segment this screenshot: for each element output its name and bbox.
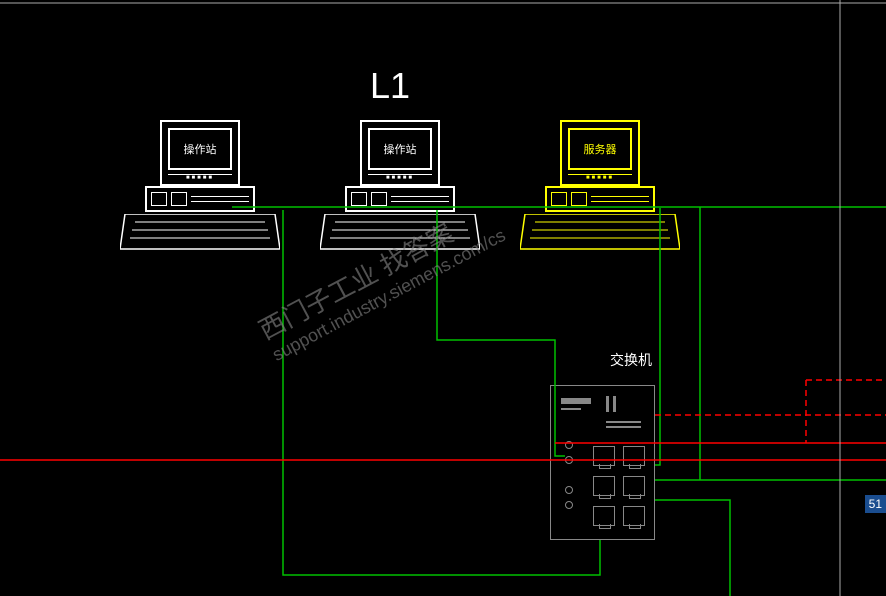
computer-base-icon <box>145 186 255 212</box>
keyboard-icon <box>520 214 680 254</box>
switch-led-icon <box>565 501 573 509</box>
monitor-icon: 操作站 ■■■■■ <box>160 120 240 186</box>
network-switch <box>550 385 655 540</box>
switch-port-icon <box>623 476 645 496</box>
workstation-1: 操作站 ■■■■■ <box>120 120 280 254</box>
diagram-title: L1 <box>370 65 410 107</box>
switch-led-icon <box>565 441 573 449</box>
keyboard-icon <box>120 214 280 254</box>
monitor-icon: 服务器 ■■■■■ <box>560 120 640 186</box>
screen-label: 服务器 <box>568 128 632 170</box>
workstation-2: 操作站 ■■■■■ <box>320 120 480 254</box>
monitor-controls-icon: ■■■■■ <box>568 174 632 182</box>
keyboard-icon <box>320 214 480 254</box>
switch-port-icon <box>593 506 615 526</box>
server-workstation: 服务器 ■■■■■ <box>520 120 680 254</box>
monitor-controls-icon: ■■■■■ <box>368 174 432 182</box>
screen-label: 操作站 <box>168 128 232 170</box>
computer-base-icon <box>345 186 455 212</box>
monitor-icon: 操作站 ■■■■■ <box>360 120 440 186</box>
screen-label: 操作站 <box>368 128 432 170</box>
computer-base-icon <box>545 186 655 212</box>
monitor-controls-icon: ■■■■■ <box>168 174 232 182</box>
switch-label: 交换机 <box>610 350 652 370</box>
switch-port-icon <box>593 476 615 496</box>
switch-port-icon <box>623 446 645 466</box>
switch-port-icon <box>593 446 615 466</box>
switch-led-icon <box>565 456 573 464</box>
cad-canvas: L1 操作站 ■■■■■ 操作站 ■■■■■ 服务器 ■■■■■ <box>0 0 886 596</box>
switch-port-icon <box>623 506 645 526</box>
page-number-badge: 51 <box>865 495 886 513</box>
wiring-diagram <box>0 0 886 596</box>
switch-led-icon <box>565 486 573 494</box>
